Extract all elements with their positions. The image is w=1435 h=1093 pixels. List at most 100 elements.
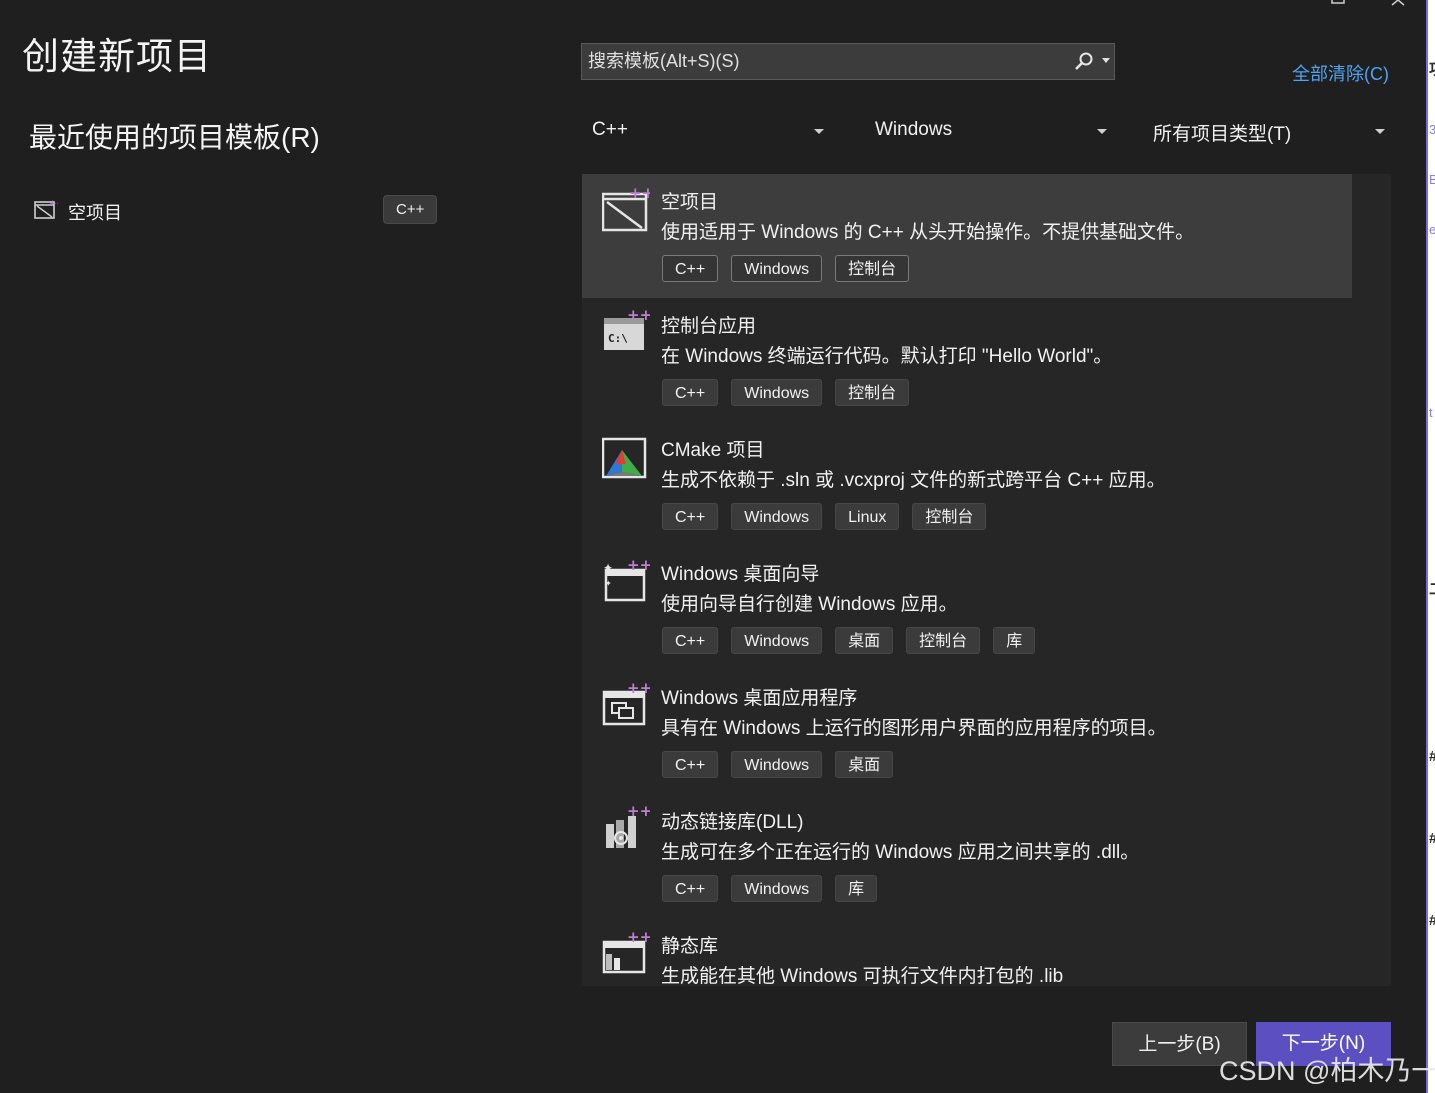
recent-item-label: 空项目 [68,203,122,223]
template-tag: 控制台 [912,503,987,530]
platform-filter[interactable]: Windows [864,113,1114,149]
chevron-down-icon [1375,129,1385,134]
template-title: 控制台应用 [661,316,757,337]
template-list-scrollbar-area[interactable] [1352,174,1391,986]
template-tag: C++ [662,751,719,778]
desktop-wizard-icon: ✦ ✦ ++ [602,556,652,606]
template-tag: C++ [662,255,719,282]
background-window-border [1426,0,1428,1093]
recent-templates-heading: 最近使用的项目模板(R) [29,122,320,153]
cmake-icon [601,434,650,482]
chevron-down-icon [814,129,824,134]
console-app-icon: C:\ ++ [602,306,652,358]
template-title: 静态库 [661,936,719,957]
project-type-filter-value: 所有项目类型(T) [1153,124,1292,145]
template-tag: C++ [662,503,719,530]
svg-text:✦: ✦ [603,561,613,575]
background-glyph: t [1429,405,1433,420]
template-tags: C++ Windows 库 [662,875,878,902]
search-input[interactable] [588,44,1058,79]
template-tag: C++ [662,875,719,902]
template-tags: C++ Windows 桌面 [662,751,894,778]
template-tag: 库 [835,875,878,902]
minimize-icon[interactable] [1258,0,1298,12]
svg-text:++: ++ [627,310,650,324]
background-glyph: 二 [1429,578,1435,599]
chevron-down-icon [1097,129,1107,134]
empty-project-icon: ++ [34,198,64,225]
template-description: 使用向导自行创建 Windows 应用。 [661,594,958,615]
template-title: 空项目 [661,192,719,213]
static-library-icon: ++ [602,928,652,978]
svg-text:++: ++ [627,806,650,820]
template-title: 动态链接库(DLL) [661,812,804,833]
template-tags: C++ Windows Linux 控制台 [662,503,987,530]
dll-icon: ++ [602,802,652,854]
platform-filter-value: Windows [875,119,953,140]
template-item-dll[interactable]: ++ 动态链接库(DLL) 生成可在多个正在运行的 Windows 应用之间共享… [582,794,1352,918]
template-tag: Windows [731,751,823,778]
language-filter[interactable]: C++ [581,113,831,149]
template-description: 生成可在多个正在运行的 Windows 应用之间共享的 .dll。 [661,842,1140,863]
template-tags: C++ Windows 控制台 [662,379,910,406]
empty-project-icon: ++ [601,184,654,234]
template-tag: C++ [662,379,719,406]
svg-text:C:\: C:\ [608,332,628,345]
background-glyph: # [1429,912,1435,929]
recent-item-tag: C++ [383,195,438,224]
template-item-console-app[interactable]: C:\ ++ 控制台应用 在 Windows 终端运行代码。默认打印 "Hell… [582,298,1352,422]
search-icon[interactable] [1074,52,1094,77]
template-tags: C++ Windows 控制台 [662,255,910,282]
svg-text:++: ++ [49,199,58,209]
close-icon[interactable] [1378,0,1418,12]
maximize-icon[interactable] [1318,0,1358,12]
background-glyph: 3 [1429,122,1435,137]
background-glyph: e [1429,222,1435,237]
template-tags: C++ Windows 桌面 控制台 库 [662,627,1036,654]
template-tag: Windows [731,875,823,902]
template-tag: Windows [731,255,823,282]
svg-text:++: ++ [627,558,650,574]
template-tag: Linux [835,503,900,530]
project-type-filter[interactable]: 所有项目类型(T) [1142,113,1392,149]
background-glyph: # [1429,830,1435,847]
template-description: 生成能在其他 Windows 可执行文件内打包的 .lib [661,966,1064,986]
language-filter-value: C++ [592,119,628,140]
template-tag: 控制台 [835,255,910,282]
template-description: 生成不依赖于 .sln 或 .vcxproj 文件的新式跨平台 C++ 应用。 [661,470,1166,491]
template-item-desktop-wizard[interactable]: ✦ ✦ ++ Windows 桌面向导 使用向导自行创建 Windows 应用。… [582,546,1352,670]
background-glyph: # [1429,748,1435,765]
template-tag: C++ [662,627,719,654]
template-tag: 库 [993,627,1036,654]
template-title: Windows 桌面向导 [661,564,820,585]
background-glyph: 項 [1429,58,1435,79]
template-description: 使用适用于 Windows 的 C++ 从头开始操作。不提供基础文件。 [661,222,1195,243]
svg-text:++: ++ [627,930,650,946]
template-item-cmake[interactable]: CMake 项目 生成不依赖于 .sln 或 .vcxproj 文件的新式跨平台… [582,422,1352,546]
page-title: 创建新项目 [22,36,212,77]
template-tag: 桌面 [835,751,894,778]
template-title: CMake 项目 [661,440,765,461]
template-item-static-library[interactable]: ++ 静态库 生成能在其他 Windows 可执行文件内打包的 .lib [582,918,1352,986]
chevron-down-icon[interactable] [1102,58,1110,63]
template-tag: 控制台 [906,627,981,654]
svg-text:✦: ✦ [605,579,612,588]
background-glyph: B [1429,172,1435,187]
watermark: CSDN @柏木乃一 [1219,1056,1435,1086]
template-tag: Windows [731,503,823,530]
template-description: 在 Windows 终端运行代码。默认打印 "Hello World"。 [661,346,1113,367]
template-tag: Windows [731,627,823,654]
template-item-desktop-app[interactable]: ++ Windows 桌面应用程序 具有在 Windows 上运行的图形用户界面… [582,670,1352,794]
clear-all-link[interactable]: 全部清除(C) [1292,60,1389,86]
template-tag: 控制台 [835,379,910,406]
desktop-app-icon: ++ [602,679,652,730]
template-tag: 桌面 [835,627,894,654]
template-list[interactable]: ++ 空项目 使用适用于 Windows 的 C++ 从头开始操作。不提供基础文… [582,174,1391,986]
svg-text:++: ++ [627,682,650,697]
template-description: 具有在 Windows 上运行的图形用户界面的应用程序的项目。 [661,718,1167,739]
search-box[interactable] [581,43,1115,80]
template-item-empty-project[interactable]: ++ 空项目 使用适用于 Windows 的 C++ 从头开始操作。不提供基础文… [582,174,1352,298]
svg-text:++: ++ [629,186,650,202]
recent-item-empty-project[interactable]: ++ 空项目 C++ [30,193,450,227]
template-title: Windows 桌面应用程序 [661,688,858,709]
